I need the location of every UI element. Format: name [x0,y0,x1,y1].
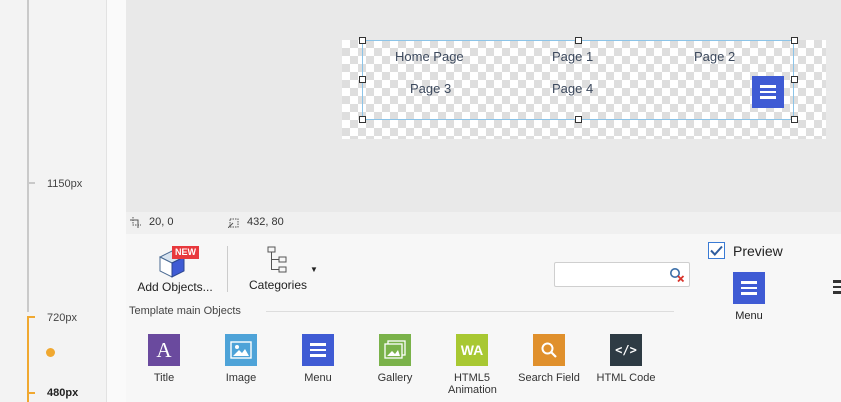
breakpoint-720-label[interactable]: 720px [47,312,77,324]
add-objects-label: Add Objects... [137,280,213,294]
menu-item-page-2[interactable]: Page 2 [694,49,735,64]
categories-label: Categories [248,278,308,292]
status-bar: 20, 0 432, 80 [126,212,841,234]
section-title: Template main Objects [129,305,241,317]
resize-handle-left[interactable] [359,76,366,83]
resize-handle-top-left[interactable] [359,37,366,44]
object-label: HTML5 Animation [448,372,497,396]
ruler-tick-720 [27,316,35,318]
object-menu[interactable]: Menu [283,334,353,384]
size-value: 432, 80 [247,216,284,228]
object-title[interactable]: A Title [129,334,199,384]
object-label: Title [153,372,175,384]
add-objects-button[interactable]: NEW Add Objects... [134,246,216,294]
hamburger-menu-icon[interactable] [752,76,784,108]
menu-item-page-1[interactable]: Page 1 [552,49,593,64]
preview-label: Preview [733,242,783,259]
image-icon [225,334,257,366]
wa-icon: WA [456,334,488,366]
position-icon [130,216,141,228]
gallery-icon [379,334,411,366]
tree-hierarchy-icon [267,246,287,273]
selected-object-menu[interactable]: Menu [722,272,776,322]
resize-handle-bottom[interactable] [575,116,582,123]
preview-checkbox[interactable] [708,242,725,259]
ruler-track [27,0,29,312]
active-breakpoint-range [27,316,29,402]
resize-handle-right[interactable] [791,76,798,83]
resize-handle-bottom-right[interactable] [791,116,798,123]
object-gallery[interactable]: Gallery [360,334,430,384]
object-label: Search Field [518,372,580,384]
toolbar-divider [227,246,228,292]
position-value: 20, 0 [149,216,174,228]
current-breakpoint-dot[interactable] [46,348,55,357]
hamburger-icon [733,272,765,304]
ruler-tick-1150 [27,182,35,184]
caret-down-icon[interactable]: ▼ [310,265,318,274]
menu-item-page-4[interactable]: Page 4 [552,81,593,96]
ruler-tick-480 [27,392,35,394]
search-clear-icon[interactable] [669,267,685,283]
resize-handle-top-right[interactable] [791,37,798,44]
panel-menu-icon[interactable] [833,280,841,294]
size-icon [228,218,239,228]
new-badge: NEW [172,246,199,259]
resize-handle-top[interactable] [575,37,582,44]
menu-item-page-3[interactable]: Page 3 [410,81,451,96]
ruler-separator [106,0,126,402]
search-field[interactable] [554,262,690,287]
breakpoint-1150-label[interactable]: 1150px [47,178,82,190]
object-label: Gallery [377,372,413,384]
breakpoint-ruler: 1150px 720px 480px [0,0,106,402]
code-icon: </> [610,334,642,366]
position-readout: 20, 0 [130,216,173,228]
breakpoint-480-label[interactable]: 480px [47,387,78,399]
objects-panel: NEW Add Objects... Categories ▼ Template… [126,234,841,402]
resize-handle-bottom-left[interactable] [359,116,366,123]
selected-object-label: Menu [735,310,763,322]
checkmark-icon [710,245,723,256]
categories-button[interactable]: Categories ▼ [240,246,318,292]
object-image[interactable]: Image [206,334,276,384]
preview-toggle[interactable]: Preview [708,242,783,259]
design-canvas[interactable]: Home Page Page 1 Page 2 Page 3 Page 4 [126,0,841,212]
object-label: HTML Code [596,372,656,384]
object-html-code[interactable]: </> HTML Code [591,334,661,384]
object-html5-animation[interactable]: WA HTML5 Animation [437,334,507,396]
search-input[interactable] [555,263,663,284]
hamburger-icon [302,334,334,366]
section-divider [266,311,674,312]
object-label: Menu [304,372,332,384]
menu-item-home-page[interactable]: Home Page [395,49,464,64]
object-search-field[interactable]: Search Field [514,334,584,384]
title-a-icon: A [148,334,180,366]
magnifier-icon [533,334,565,366]
object-label: Image [225,372,257,384]
size-readout: 432, 80 [228,216,284,228]
